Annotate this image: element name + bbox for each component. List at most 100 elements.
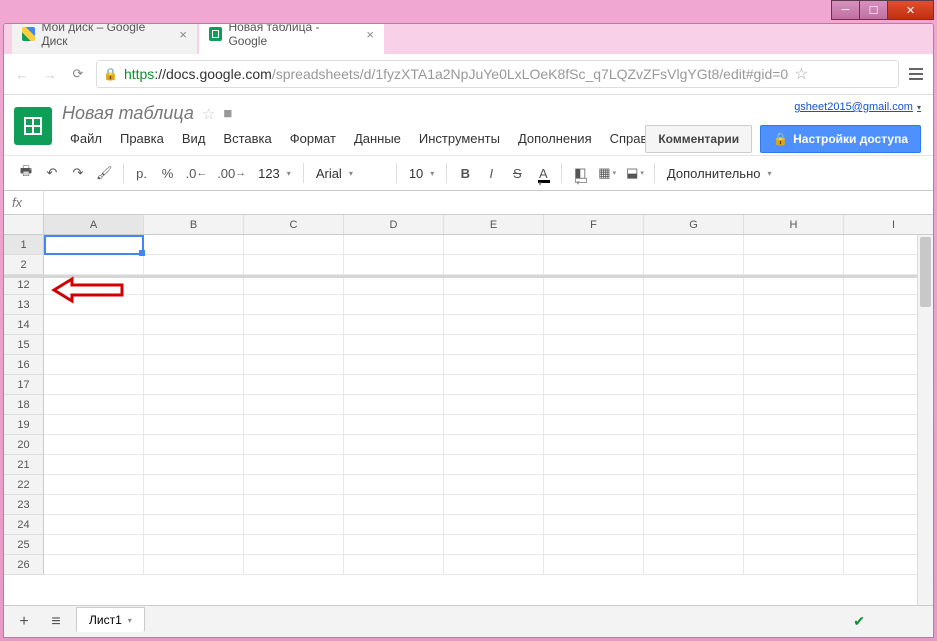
cell[interactable] <box>344 435 444 455</box>
row-header[interactable]: 1 <box>4 235 44 255</box>
cell[interactable] <box>44 335 144 355</box>
cell[interactable] <box>344 335 444 355</box>
cell[interactable] <box>344 235 444 255</box>
menu-дополнения[interactable]: Дополнения <box>510 128 600 149</box>
cell[interactable] <box>744 535 844 555</box>
redo-button[interactable]: ↷ <box>66 160 90 186</box>
cell[interactable] <box>544 275 644 295</box>
cell[interactable] <box>744 495 844 515</box>
cell[interactable] <box>144 435 244 455</box>
cell[interactable] <box>644 535 744 555</box>
cell[interactable] <box>144 455 244 475</box>
sheets-logo[interactable] <box>14 107 52 145</box>
cell[interactable] <box>244 495 344 515</box>
cell[interactable] <box>144 495 244 515</box>
cell[interactable] <box>44 355 144 375</box>
column-header[interactable]: G <box>644 215 744 235</box>
cell[interactable] <box>444 375 544 395</box>
format-currency-button[interactable]: р. <box>130 160 154 186</box>
cell[interactable] <box>144 255 244 275</box>
cell[interactable] <box>544 455 644 475</box>
font-size-select[interactable]: 10 <box>403 160 440 186</box>
row-header[interactable]: 25 <box>4 535 44 555</box>
cell[interactable] <box>244 315 344 335</box>
cell[interactable] <box>544 235 644 255</box>
cell[interactable] <box>44 555 144 575</box>
cell[interactable] <box>344 315 444 335</box>
cell[interactable] <box>544 475 644 495</box>
cell[interactable] <box>444 415 544 435</box>
scrollbar-thumb[interactable] <box>920 237 931 307</box>
cell[interactable] <box>344 295 444 315</box>
font-family-select[interactable]: Arial <box>310 160 390 186</box>
cell[interactable] <box>444 515 544 535</box>
strikethrough-button[interactable]: S <box>505 160 529 186</box>
cell[interactable] <box>144 355 244 375</box>
cell[interactable] <box>544 335 644 355</box>
cell[interactable] <box>544 295 644 315</box>
cell[interactable] <box>544 415 644 435</box>
vertical-scrollbar[interactable] <box>917 235 933 605</box>
column-header[interactable]: C <box>244 215 344 235</box>
decrease-decimal-button[interactable]: .0← <box>182 160 212 186</box>
cell[interactable] <box>744 335 844 355</box>
column-header[interactable]: I <box>844 215 933 235</box>
cell[interactable] <box>644 395 744 415</box>
cell[interactable] <box>744 235 844 255</box>
row-header[interactable]: 15 <box>4 335 44 355</box>
row-header[interactable]: 18 <box>4 395 44 415</box>
cell[interactable] <box>44 235 144 255</box>
menu-формат[interactable]: Формат <box>282 128 344 149</box>
cell[interactable] <box>244 455 344 475</box>
cell[interactable] <box>144 555 244 575</box>
add-sheet-button[interactable]: + <box>12 610 36 634</box>
cell[interactable] <box>644 255 744 275</box>
cell[interactable] <box>644 555 744 575</box>
cell[interactable] <box>244 275 344 295</box>
cell[interactable] <box>44 475 144 495</box>
cell[interactable] <box>444 295 544 315</box>
nav-back-button[interactable]: ← <box>12 64 32 84</box>
cell[interactable] <box>744 435 844 455</box>
browser-tab-drive[interactable]: Мой диск – Google Диск × <box>12 23 197 54</box>
cell[interactable] <box>644 455 744 475</box>
undo-button[interactable]: ↶ <box>40 160 64 186</box>
print-button[interactable]: 🖶 <box>14 160 38 186</box>
cell[interactable] <box>444 475 544 495</box>
cell[interactable] <box>444 255 544 275</box>
cell[interactable] <box>244 475 344 495</box>
menu-правка[interactable]: Правка <box>112 128 172 149</box>
cell[interactable] <box>244 295 344 315</box>
row-header[interactable]: 14 <box>4 315 44 335</box>
cell[interactable] <box>544 515 644 535</box>
row-header[interactable]: 23 <box>4 495 44 515</box>
share-button[interactable]: 🔒 Настройки доступа <box>760 125 921 153</box>
fill-color-button[interactable]: ◧ <box>568 160 592 186</box>
column-header[interactable]: D <box>344 215 444 235</box>
cell[interactable] <box>344 275 444 295</box>
cell[interactable] <box>744 275 844 295</box>
formula-input[interactable] <box>44 191 933 214</box>
cell[interactable] <box>444 495 544 515</box>
cell[interactable] <box>344 415 444 435</box>
cell[interactable] <box>644 515 744 535</box>
cell[interactable] <box>744 475 844 495</box>
cell[interactable] <box>444 395 544 415</box>
column-header[interactable]: B <box>144 215 244 235</box>
menu-данные[interactable]: Данные <box>346 128 409 149</box>
cell[interactable] <box>744 315 844 335</box>
cell[interactable] <box>444 435 544 455</box>
cell[interactable] <box>644 495 744 515</box>
bookmark-star-icon[interactable]: ☆ <box>794 64 808 84</box>
sheet-tab-active[interactable]: Лист1 <box>76 607 145 632</box>
row-header[interactable]: 21 <box>4 455 44 475</box>
cell[interactable] <box>544 315 644 335</box>
cell[interactable] <box>344 495 444 515</box>
window-minimize-button[interactable]: ─ <box>831 0 860 20</box>
cell[interactable] <box>44 535 144 555</box>
cell[interactable] <box>544 395 644 415</box>
cell[interactable] <box>644 275 744 295</box>
cell[interactable] <box>544 255 644 275</box>
borders-button[interactable]: ▦ <box>594 160 620 186</box>
cell[interactable] <box>644 375 744 395</box>
